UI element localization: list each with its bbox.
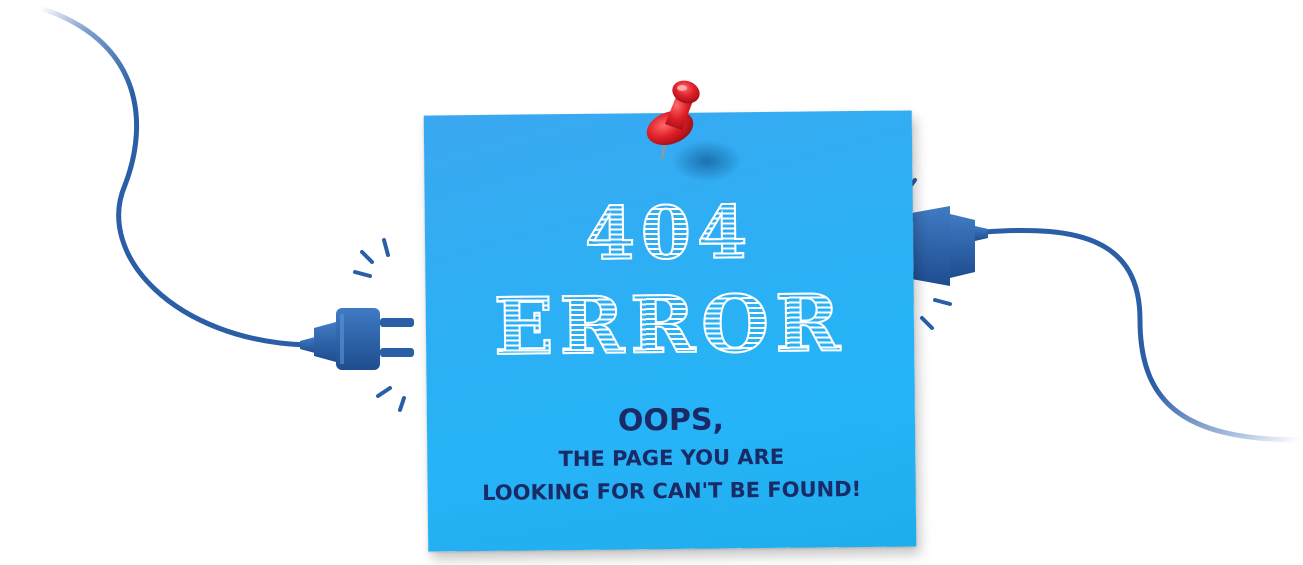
error-code: 404 <box>425 188 914 277</box>
error-heading: ERROR <box>426 277 915 374</box>
left-cable <box>37 5 308 348</box>
message-line-2: LOOKING FOR CAN'T BE FOUND! <box>482 477 862 505</box>
socket-icon <box>906 206 988 286</box>
message-line-1: THE PAGE YOU ARE <box>558 444 785 472</box>
pushpin-icon <box>646 80 700 160</box>
plug-icon <box>300 308 414 370</box>
oops-text: OOPS, <box>617 402 725 439</box>
error-page: 404 ERROR OOPS, THE PAGE YOU ARE LOOKING… <box>0 0 1303 565</box>
right-cable <box>982 227 1303 443</box>
